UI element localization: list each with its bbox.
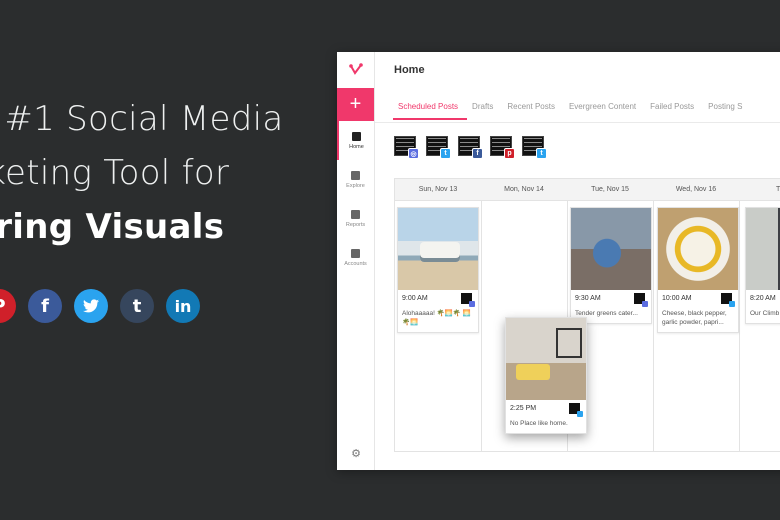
post-time: 8:20 AM [750,295,776,302]
column-divider [481,201,482,451]
scheduled-post-card[interactable]: 10:00 AM Cheese, black pepper, garlic po… [657,207,739,333]
day-header: Sun, Nov 13 [418,186,458,193]
twitter-icon: t [536,148,547,159]
account-avatar[interactable]: p [490,136,515,159]
tab-failed-posts[interactable]: Failed Posts [645,98,703,120]
instagram-icon [642,301,648,307]
pinterest-icon: p [504,148,515,159]
day-header: Wed, Nov 16 [675,186,717,193]
post-time: 9:30 AM [575,295,601,302]
tab-recent-posts[interactable]: Recent Posts [502,98,564,120]
account-avatar[interactable]: t [522,136,547,159]
calendar-day-headers: Sun, Nov 13 Mon, Nov 14 Tue, Nov 15 Wed,… [395,179,780,201]
facebook-icon: f [472,148,483,159]
account-filter-list: ◎ t f p t [394,136,547,159]
post-image [398,208,478,290]
account-avatar[interactable]: t [426,136,451,159]
post-image [506,318,586,400]
sidebar-item-label: Accounts [344,260,367,267]
column-divider [653,201,654,451]
account-avatar [634,293,648,307]
page-title: Home [394,64,425,76]
account-avatar[interactable]: ◎ [394,136,419,159]
sidebar-item-reports[interactable]: Reports [337,199,374,238]
explore-icon [351,170,360,180]
tab-bar: Scheduled Posts Drafts Recent Posts Ever… [393,98,751,120]
twitter-bird-icon [83,299,99,313]
account-avatar [461,293,475,307]
tumblr-icon[interactable]: t [120,289,154,323]
instagram-icon [469,301,475,307]
column-divider [739,201,740,451]
linkedin-icon[interactable]: in [166,289,200,323]
account-avatar [721,293,735,307]
pinterest-icon[interactable]: P [0,289,16,323]
tab-evergreen-content[interactable]: Evergreen Content [564,98,645,120]
hero-line-3: aring Visuals [0,207,225,247]
twitter-icon [729,301,735,307]
tab-posting-schedule[interactable]: Posting S [703,98,751,120]
sidebar-item-label: Home [349,143,364,150]
post-caption: Our Climb Chalk Bag [750,310,780,317]
post-time: 2:25 PM [510,405,537,412]
accounts-icon [351,248,360,258]
calendar-week-view: Sun, Nov 13 Mon, Nov 14 Tue, Nov 15 Wed,… [394,178,780,452]
post-time: 10:00 AM [662,295,692,302]
facebook-icon[interactable]: f [28,289,62,323]
app-logo[interactable] [337,52,374,88]
twitter-icon [577,411,583,417]
hero-line-2: rketing Tool for [0,153,230,193]
tab-drafts[interactable]: Drafts [467,98,502,120]
home-icon [352,131,361,141]
post-caption: Alohaaaaa! 🌴🌅🌴 🌅🌴🌅 [402,310,471,326]
sidebar-item-explore[interactable]: Explore [337,160,374,199]
scheduled-post-card[interactable]: 9:30 AM Tender greens cater... [570,207,652,324]
account-avatar[interactable]: f [458,136,483,159]
scheduled-post-card[interactable]: 9:00 AM Alohaaaaa! 🌴🌅🌴 🌅🌴🌅 [397,207,479,333]
hero-heading: e #1 Social Media rketing Tool for aring… [0,92,283,254]
hero-line-1: e #1 Social Media [0,99,284,139]
sidebar-item-home[interactable]: Home [337,121,374,160]
account-avatar [569,403,583,417]
reports-icon [351,209,360,219]
logo-icon [348,63,363,75]
dragged-post-card[interactable]: 2:25 PM No Place like home. [505,317,587,434]
tab-scheduled-posts[interactable]: Scheduled Posts [393,98,468,120]
day-header: Thu [775,186,780,193]
sidebar-item-accounts[interactable]: Accounts [337,238,374,277]
tab-divider [375,122,780,123]
twitter-icon: t [440,148,451,159]
post-time: 9:00 AM [402,295,428,302]
day-header: Tue, Nov 15 [591,186,629,193]
sidebar-item-label: Reports [345,221,366,228]
sidebar: + Home Explore Reports Accounts ⚙ [337,52,375,470]
instagram-icon: ◎ [408,148,419,159]
new-post-button[interactable]: + [337,88,374,121]
post-image [571,208,651,290]
main-panel: Home Scheduled Posts Drafts Recent Posts… [375,52,780,470]
social-share-bar: P f t in [0,289,200,323]
settings-gear-icon[interactable]: ⚙ [337,447,375,460]
post-caption: Cheese, black pepper, garlic powder, pap… [662,310,727,326]
sidebar-item-label: Explore [346,182,365,189]
app-window: + Home Explore Reports Accounts ⚙ Home S… [337,52,780,470]
post-image [746,208,780,290]
twitter-icon[interactable] [74,289,108,323]
day-header: Mon, Nov 14 [504,186,544,193]
post-caption: No Place like home. [510,420,568,427]
post-image [658,208,738,290]
scheduled-post-card[interactable]: 8:20 AM Our Climb Chalk Bag [745,207,780,324]
